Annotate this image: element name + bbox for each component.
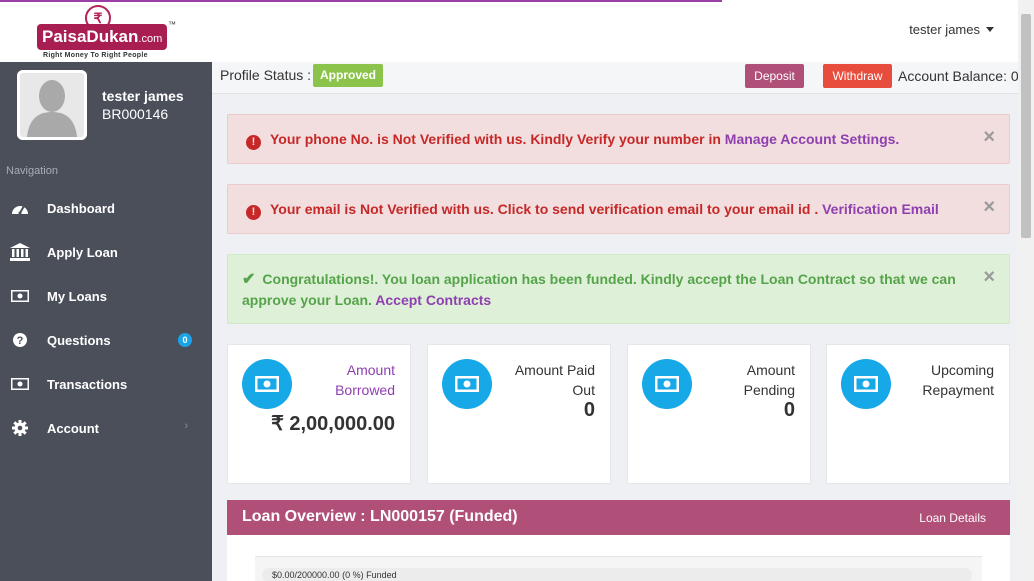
email-verification-alert: ! Your email is Not Verified with us. Cli… xyxy=(227,184,1010,234)
chevron-right-icon: › xyxy=(184,420,188,432)
logo-wordmark: PaisaDukan.com xyxy=(37,24,167,50)
stat-card-upcoming-repayment: Upcoming Repayment xyxy=(826,344,1010,484)
stat-card-title: Amount Borrowed xyxy=(335,362,395,398)
stat-card-value: ₹ 2,00,000.00 xyxy=(271,413,395,435)
loan-funded-alert: ✔ Congratulations!. You loan application … xyxy=(227,254,1010,324)
stat-card-amount-pending: Amount Pending 0 xyxy=(627,344,811,484)
page-scrollbar[interactable] xyxy=(1018,0,1034,581)
sidebar-item-label: Questions xyxy=(47,332,111,348)
money-icon xyxy=(10,286,30,306)
phone-verification-alert: ! Your phone No. is Not Verified with us.… xyxy=(227,114,1010,164)
money-icon xyxy=(642,359,692,409)
sidebar-item-my-loans[interactable]: My Loans xyxy=(0,274,212,318)
alert-message: ! Your phone No. is Not Verified with us.… xyxy=(246,129,969,150)
profile-name: tester james xyxy=(102,88,184,104)
funding-progress-bar: $0.00/200000.00 (0 %) Funded xyxy=(262,568,972,581)
sidebar-item-transactions[interactable]: Transactions xyxy=(0,362,212,406)
question-icon: ? xyxy=(10,330,30,350)
questions-count-badge: 0 xyxy=(178,333,192,347)
money-icon xyxy=(10,374,30,394)
sidebar-item-label: My Loans xyxy=(47,288,107,304)
loan-details-link[interactable]: Loan Details xyxy=(919,511,986,525)
manage-account-settings-link[interactable]: Manage Account Settings. xyxy=(725,131,900,147)
close-icon[interactable]: × xyxy=(983,127,995,147)
checkmark-icon: ✔ xyxy=(242,271,256,288)
avatar xyxy=(17,70,87,140)
sidebar-item-label: Apply Loan xyxy=(47,244,118,260)
page-loading-bar xyxy=(0,0,722,2)
sidebar-item-label: Dashboard xyxy=(47,200,115,216)
verification-email-link[interactable]: Verification Email xyxy=(822,201,939,217)
stat-card-title: Amount Pending xyxy=(743,362,795,398)
withdraw-button[interactable]: Withdraw xyxy=(823,64,892,88)
sidebar-profile: tester james BR000146 xyxy=(0,62,212,152)
stat-card-value: 0 xyxy=(783,399,795,421)
brand-tagline: Right Money To Right People xyxy=(43,52,148,59)
funded-alert-text: Congratulations!. You loan application h… xyxy=(242,271,956,308)
deposit-button[interactable]: Deposit xyxy=(745,64,804,88)
trademark-mark: ™ xyxy=(168,20,176,29)
sidebar-item-label: Transactions xyxy=(47,376,128,392)
stat-card-value: 0 xyxy=(583,399,595,421)
money-icon xyxy=(442,359,492,409)
funding-progress-label: $0.00/200000.00 (0 %) Funded xyxy=(272,570,397,580)
bank-icon xyxy=(10,242,30,262)
sidebar-item-account[interactable]: Account › xyxy=(0,406,212,450)
alert-message: ! Your email is Not Verified with us. Cli… xyxy=(246,199,969,220)
gear-icon xyxy=(10,418,30,438)
sidebar-nav: Dashboard Apply Loan My Loans ? Question… xyxy=(0,186,212,450)
email-alert-text: Your email is Not Verified with us. Clic… xyxy=(270,201,823,217)
close-icon[interactable]: × xyxy=(983,197,995,217)
logo-domain: .com xyxy=(138,33,163,45)
top-header: ₹ PaisaDukan.com ™ Right Money To Right … xyxy=(0,0,1018,62)
sidebar: tester james BR000146 Navigation Dashboa… xyxy=(0,62,212,581)
money-icon xyxy=(242,359,292,409)
profile-status-label: Profile Status : xyxy=(220,67,312,83)
close-icon[interactable]: × xyxy=(983,267,995,287)
sidebar-item-label: Account xyxy=(47,420,99,436)
user-silhouette-icon xyxy=(17,70,87,140)
nav-heading: Navigation xyxy=(6,165,58,177)
profile-status-bar: Profile Status : Approved Deposit Withdr… xyxy=(212,62,1019,94)
sidebar-item-apply-loan[interactable]: Apply Loan xyxy=(0,230,212,274)
scrollbar-thumb[interactable] xyxy=(1021,14,1031,238)
profile-id: BR000146 xyxy=(102,106,169,122)
account-balance: Account Balance: 0 xyxy=(898,68,1019,84)
header-user-name: tester james xyxy=(909,22,980,37)
stat-card-title: Amount Paid Out xyxy=(514,362,595,398)
sidebar-item-dashboard[interactable]: Dashboard xyxy=(0,186,212,230)
phone-alert-text: Your phone No. is Not Verified with us. … xyxy=(270,131,725,147)
accept-contracts-link[interactable]: Accept Contracts xyxy=(375,292,491,308)
stat-card-amount-paid-out: Amount Paid Out 0 xyxy=(427,344,611,484)
svg-text:?: ? xyxy=(17,335,24,347)
alert-message: ✔ Congratulations!. You loan application … xyxy=(242,269,969,310)
dashboard-icon xyxy=(10,198,30,218)
stat-card-amount-borrowed: Amount Borrowed ₹ 2,00,000.00 xyxy=(227,344,411,484)
caret-down-icon xyxy=(986,27,994,32)
brand-logo[interactable]: ₹ PaisaDukan.com ™ Right Money To Right … xyxy=(37,5,177,61)
funding-progress-panel: $0.00/200000.00 (0 %) Funded xyxy=(255,556,982,581)
loan-overview-header: Loan Overview : LN000157 (Funded) Loan D… xyxy=(227,500,1010,535)
alert-info-icon: ! xyxy=(246,205,261,220)
profile-status-badge: Approved xyxy=(313,64,384,87)
sidebar-item-questions[interactable]: ? Questions 0 xyxy=(0,318,212,362)
alert-info-icon: ! xyxy=(246,135,261,150)
logo-text: PaisaDukan xyxy=(42,27,139,46)
money-icon xyxy=(841,359,891,409)
stat-card-title: Upcoming Repayment xyxy=(922,362,994,398)
loan-overview-title: Loan Overview : LN000157 (Funded) xyxy=(242,508,518,525)
user-menu-toggle[interactable]: tester james xyxy=(909,22,994,37)
